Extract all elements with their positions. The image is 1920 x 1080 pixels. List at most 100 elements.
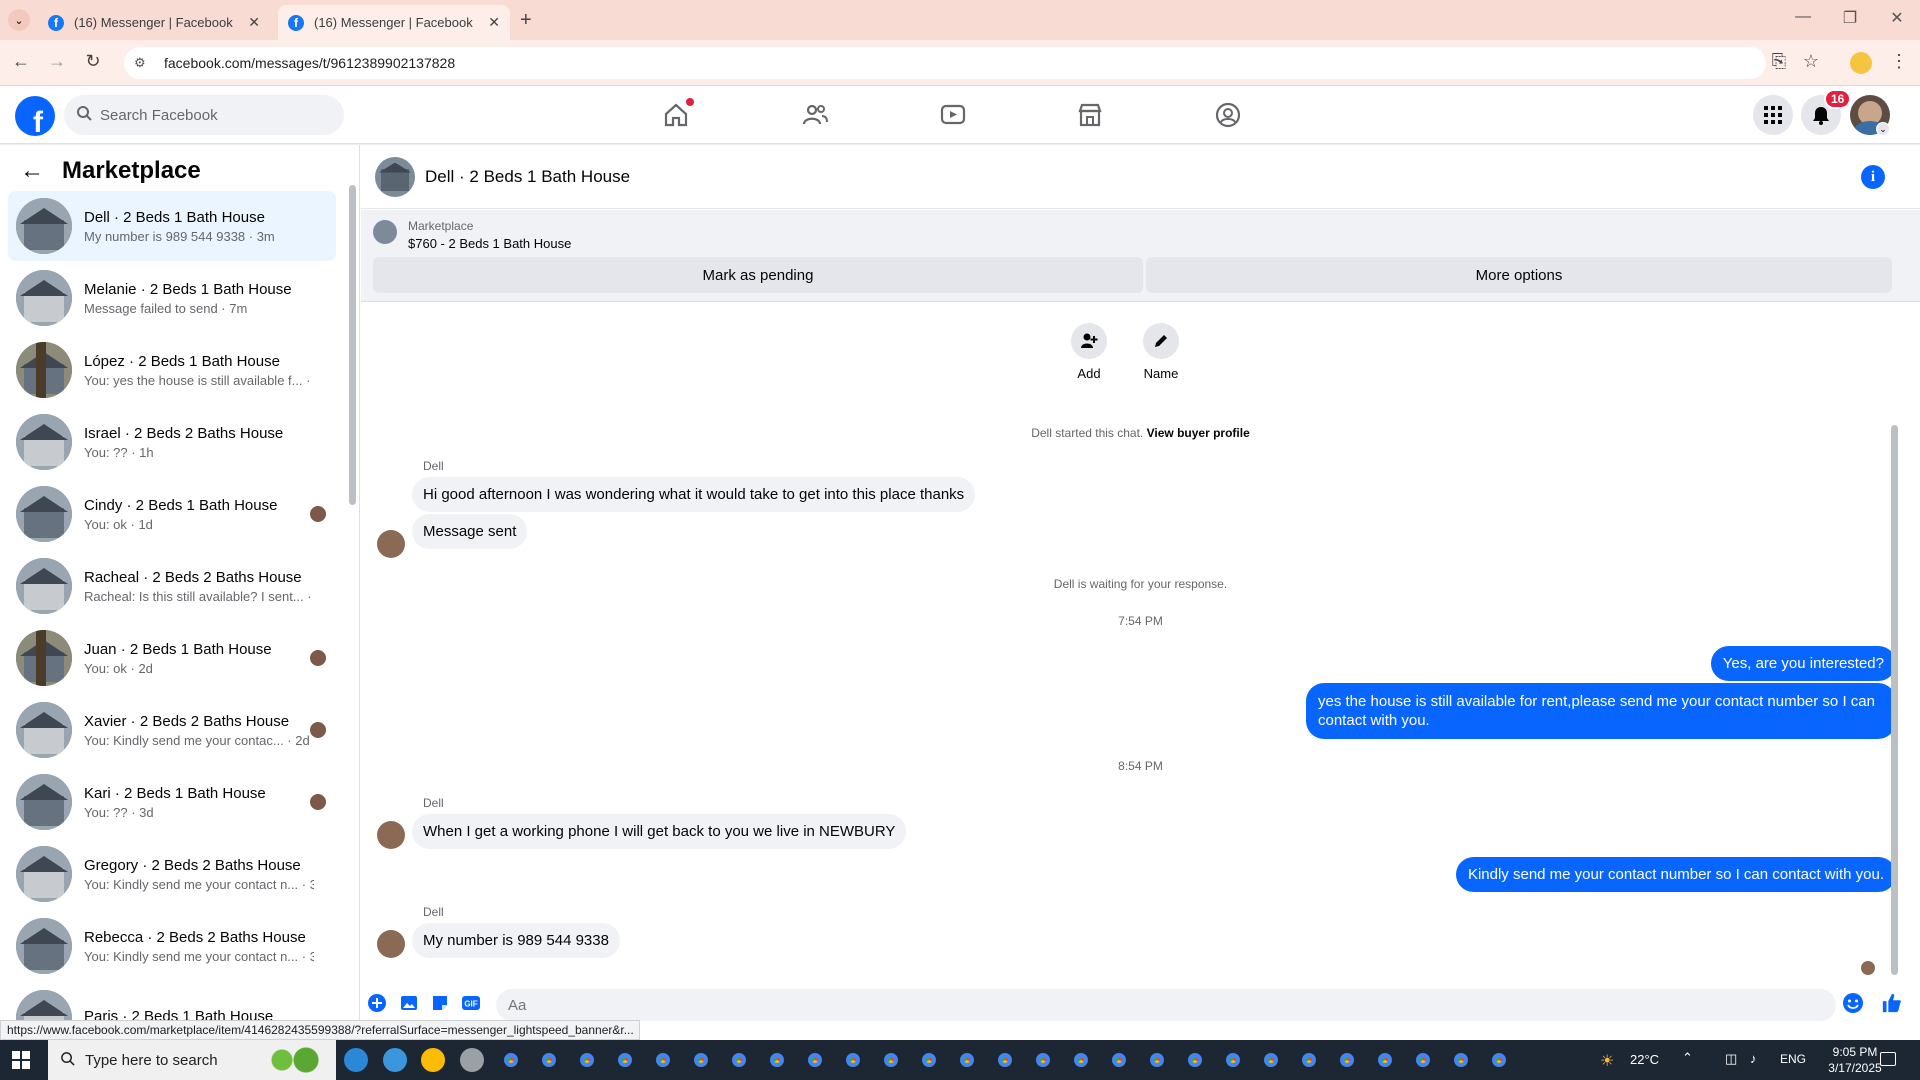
conversation-item[interactable]: Israel · 2 Beds 2 Baths House You: ?? · 1… — [8, 407, 336, 477]
profile-icon[interactable] — [1850, 52, 1872, 74]
conversation-item[interactable]: Paris · 2 Beds 1 Bath House — [8, 983, 336, 1022]
chrome-window-icon[interactable] — [727, 1048, 751, 1072]
chrome-window-icon[interactable] — [1335, 1048, 1359, 1072]
chrome-window-icon[interactable] — [1449, 1048, 1473, 1072]
sticker-icon[interactable] — [429, 992, 451, 1014]
windows-start-icon[interactable] — [12, 1051, 30, 1069]
conversation-list-scrollbar[interactable] — [349, 185, 356, 505]
message-bubble-outgoing[interactable]: yes the house is still available for ren… — [1306, 683, 1896, 739]
message-bubble-outgoing[interactable]: Yes, are you interested? — [1710, 646, 1896, 681]
chrome-window-icon[interactable] — [651, 1048, 675, 1072]
restore-icon[interactable]: ❐ — [1835, 8, 1865, 28]
chrome-window-icon[interactable] — [765, 1048, 789, 1072]
install-app-icon[interactable]: ⎘ — [1766, 51, 1792, 72]
video-icon[interactable] — [933, 98, 973, 132]
chrome-icon[interactable] — [421, 1048, 445, 1072]
weather-icon[interactable]: ☀ — [1600, 1051, 1614, 1071]
sender-avatar[interactable] — [377, 821, 405, 849]
photos-icon[interactable] — [460, 1048, 484, 1072]
conversation-item[interactable]: Racheal · 2 Beds 2 Baths House Racheal: I… — [8, 551, 336, 621]
chrome-window-icon[interactable] — [1373, 1048, 1397, 1072]
facebook-logo-icon[interactable]: f — [15, 96, 55, 136]
site-info-icon[interactable]: ⚙ — [134, 55, 150, 71]
message-bubble-incoming[interactable]: When I get a working phone I will get ba… — [412, 814, 907, 849]
chrome-window-icon[interactable] — [575, 1048, 599, 1072]
conversation-item[interactable]: Rebecca · 2 Beds 2 Baths House You: Kindl… — [8, 911, 336, 981]
close-tab-icon[interactable]: ✕ — [488, 14, 500, 31]
chrome-window-icon[interactable] — [1411, 1048, 1435, 1072]
chrome-window-icon[interactable] — [1107, 1048, 1131, 1072]
conversation-item[interactable]: Gregory · 2 Beds 2 Baths House You: Kindl… — [8, 839, 336, 909]
language-indicator[interactable]: ENG — [1780, 1052, 1806, 1066]
sender-avatar[interactable] — [377, 530, 405, 558]
taskbar-search-box[interactable]: Type here to search — [48, 1040, 336, 1080]
chrome-window-icon[interactable] — [613, 1048, 637, 1072]
add-people-action[interactable]: Add — [1059, 323, 1119, 381]
chrome-window-icon[interactable] — [879, 1048, 903, 1072]
message-bubble-incoming[interactable]: Message sent — [412, 514, 528, 549]
thumbs-up-icon[interactable] — [1881, 992, 1903, 1014]
more-options-button[interactable]: More options — [1146, 257, 1892, 293]
tray-chevron-icon[interactable]: ⌃ — [1682, 1050, 1693, 1066]
chat-avatar[interactable] — [375, 156, 415, 197]
friends-icon[interactable] — [795, 98, 835, 132]
back-arrow-icon[interactable]: ← — [20, 157, 44, 185]
browser-tab-2[interactable]: f (16) Messenger | Facebook ✕ — [278, 5, 510, 40]
conversation-item[interactable]: Juan · 2 Beds 1 Bath House You: ok · 2d — [8, 623, 336, 693]
gif-icon[interactable]: GIF — [460, 992, 482, 1014]
chrome-window-icon[interactable] — [1183, 1048, 1207, 1072]
url-bar[interactable]: ⚙ facebook.com/messages/t/96123899021378… — [124, 47, 1766, 79]
close-window-icon[interactable]: ✕ — [1882, 8, 1912, 28]
notification-center-icon[interactable] — [1880, 1052, 1896, 1066]
conversation-item[interactable]: Melanie · 2 Beds 1 Bath House Message fai… — [8, 263, 336, 333]
downloads-icon[interactable] — [383, 1048, 407, 1072]
bookmark-star-icon[interactable]: ☆ — [1798, 51, 1824, 72]
plus-circle-icon[interactable] — [366, 992, 388, 1014]
account-chevron-icon[interactable]: ⌄ — [1876, 122, 1890, 136]
weather-temp[interactable]: 22°C — [1630, 1052, 1659, 1067]
back-icon[interactable]: ← — [8, 51, 34, 72]
message-bubble-incoming[interactable]: My number is 989 544 9338 — [412, 923, 620, 958]
chat-title[interactable]: Dell · 2 Beds 1 Bath House — [425, 167, 630, 187]
view-buyer-profile-link[interactable]: View buyer profile — [1147, 426, 1250, 440]
chrome-window-icon[interactable] — [917, 1048, 941, 1072]
message-bubble-outgoing[interactable]: Kindly send me your contact number so I … — [1455, 857, 1896, 892]
chat-scrollbar[interactable] — [1891, 425, 1898, 975]
close-tab-icon[interactable]: ✕ — [248, 14, 260, 31]
conversation-item[interactable]: López · 2 Beds 1 Bath House You: yes the … — [8, 335, 336, 405]
chrome-window-icon[interactable] — [1297, 1048, 1321, 1072]
chrome-window-icon[interactable] — [803, 1048, 827, 1072]
conversation-item[interactable]: Kari · 2 Beds 1 Bath House You: ?? · 3d — [8, 767, 336, 837]
emoji-icon[interactable] — [1842, 992, 1864, 1014]
marketplace-icon[interactable] — [1070, 98, 1110, 132]
volume-icon[interactable]: ♪ — [1750, 1051, 1757, 1066]
conversation-info-icon[interactable]: i — [1861, 165, 1885, 189]
message-input[interactable] — [496, 989, 1836, 1021]
listing-thumbnail[interactable] — [373, 220, 397, 244]
new-tab-icon[interactable]: + — [520, 9, 532, 32]
conversation-item[interactable]: Dell · 2 Beds 1 Bath House My number is 9… — [8, 191, 336, 261]
chrome-window-icon[interactable] — [1487, 1048, 1511, 1072]
gaming-icon[interactable] — [1208, 98, 1248, 132]
forward-icon[interactable]: → — [44, 51, 70, 72]
chrome-window-icon[interactable] — [993, 1048, 1017, 1072]
reload-icon[interactable]: ↻ — [80, 51, 106, 72]
photo-icon[interactable] — [398, 992, 420, 1014]
name-chat-action[interactable]: Name — [1131, 323, 1191, 381]
sender-avatar[interactable] — [377, 930, 405, 958]
chrome-window-icon[interactable] — [499, 1048, 523, 1072]
chrome-window-icon[interactable] — [955, 1048, 979, 1072]
chrome-window-icon[interactable] — [1069, 1048, 1093, 1072]
home-icon[interactable] — [656, 98, 696, 132]
conversation-item[interactable]: Xavier · 2 Beds 2 Baths House You: Kindly… — [8, 695, 336, 765]
network-icon[interactable]: ◫ — [1725, 1051, 1737, 1067]
chrome-window-icon[interactable] — [841, 1048, 865, 1072]
message-bubble-incoming[interactable]: Hi good afternoon I was wondering what i… — [412, 477, 976, 512]
menu-kebab-icon[interactable]: ⋮ — [1886, 51, 1912, 72]
minimize-icon[interactable]: — — [1788, 8, 1818, 26]
facebook-search-input[interactable]: Search Facebook — [64, 95, 344, 135]
chrome-window-icon[interactable] — [1259, 1048, 1283, 1072]
tab-search-icon[interactable]: ⌄ — [8, 9, 30, 31]
chrome-window-icon[interactable] — [1221, 1048, 1245, 1072]
chrome-window-icon[interactable] — [1145, 1048, 1169, 1072]
